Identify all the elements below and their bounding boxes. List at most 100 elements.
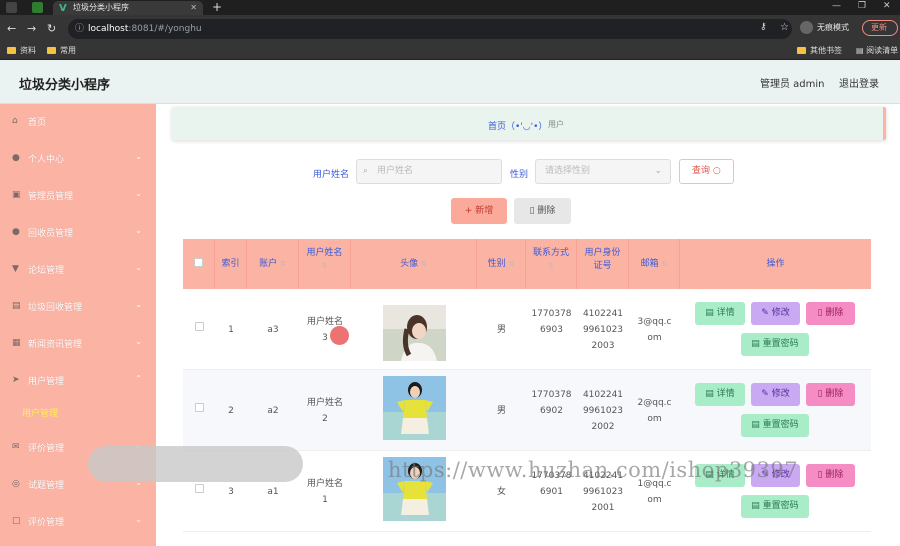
query-button[interactable]: 查询 ○	[679, 159, 734, 184]
reset-password-button[interactable]: ▤ 重置密码	[741, 495, 809, 518]
header-idno[interactable]: 用户身份证号	[577, 239, 629, 289]
reset-password-button[interactable]: ▤ 重置密码	[741, 414, 809, 437]
gender-filter-label: 性别	[510, 170, 529, 180]
watermark-text: https://www.huzhan.com/ishop39397	[388, 458, 799, 482]
name-search-input[interactable]: ⌕ 用户姓名	[356, 159, 502, 184]
bookmark-folder[interactable]: 资料	[7, 45, 36, 56]
sidebar-item-users[interactable]: ➤ 用户管理 ⌃	[0, 363, 156, 400]
row-account: a3	[267, 325, 279, 335]
back-icon[interactable]: ←	[7, 22, 16, 35]
table-header: 索引 账户 ⇅ 用户姓名 ⇅ 头像 ⇅ 性别 ⇅ 联系方式 ⇅ 用户身份证号 邮箱 …	[183, 239, 871, 289]
chevron-down-icon: ⌄	[135, 152, 142, 161]
row-account: a1	[267, 487, 279, 497]
send-icon: ➤	[12, 375, 20, 385]
sort-icon[interactable]: ⇅	[421, 260, 427, 268]
chevron-down-icon: ⌄	[135, 337, 142, 346]
app-favicon-icon[interactable]	[32, 2, 43, 13]
breadcrumb-home[interactable]: 首页（•'◡'•）	[488, 119, 547, 132]
mouse-cursor-highlight	[330, 326, 349, 345]
tab-title: 垃圾分类小程序	[73, 3, 129, 12]
row-account: a2	[267, 406, 279, 416]
detail-button[interactable]: ▤ 详情	[695, 383, 745, 406]
forward-icon[interactable]: →	[27, 22, 36, 35]
sort-icon[interactable]: ⇅	[662, 260, 668, 268]
sidebar-item-recyclers[interactable]: ● 回收员管理 ⌄	[0, 215, 156, 252]
sidebar-item-admins[interactable]: ▣ 管理员管理 ⌄	[0, 178, 156, 215]
gender-select[interactable]: 请选择性别 ⌄	[535, 159, 671, 184]
close-tab-icon[interactable]: ✕	[190, 1, 197, 15]
browser-menu-icon[interactable]	[6, 2, 17, 13]
header-account[interactable]: 账户 ⇅	[247, 239, 299, 289]
header-name[interactable]: 用户姓名 ⇅	[299, 239, 351, 289]
header-gender[interactable]: 性别 ⇅	[477, 239, 526, 289]
header-actions: 操作	[766, 259, 785, 269]
sidebar-item-forum[interactable]: ▼ 论坛管理 ⌄	[0, 252, 156, 289]
select-all-checkbox[interactable]	[194, 258, 203, 267]
sidebar-item-profile[interactable]: ● 个人中心 ⌄	[0, 141, 156, 178]
header-select-all	[183, 239, 215, 289]
sidebar-item-news[interactable]: ▦ 新闻资讯管理 ⌄	[0, 326, 156, 363]
sidebar-subitem-users[interactable]: 用户管理	[22, 406, 58, 419]
reading-list[interactable]: ▤ 阅读清单	[856, 45, 898, 56]
delete-button[interactable]: ▯ 删除	[514, 198, 571, 224]
edit-icon: ✎	[761, 308, 772, 318]
minimize-icon[interactable]: —	[832, 1, 841, 11]
header-avatar[interactable]: 头像 ⇅	[351, 239, 477, 289]
bookmark-folder[interactable]: 常用	[47, 45, 76, 56]
row-delete-button[interactable]: ▯ 删除	[806, 383, 855, 406]
detail-button[interactable]: ▤ 详情	[695, 302, 745, 325]
folder-icon	[47, 47, 56, 54]
sort-icon[interactable]: ⇅	[322, 262, 328, 270]
add-button[interactable]: + 新增	[451, 198, 507, 224]
close-window-icon[interactable]: ✕	[883, 1, 891, 11]
comment-icon: ✉	[12, 442, 20, 452]
chevron-down-icon: ⌄	[135, 226, 142, 235]
reset-password-button[interactable]: ▤ 重置密码	[741, 333, 809, 356]
incognito-indicator[interactable]: 无痕模式	[800, 21, 849, 34]
edit-button[interactable]: ✎ 修改	[751, 302, 800, 325]
address-bar-row: ← → ↻ ⓘ localhost:8081/#/yonghu ⚷ ☆ 无痕模式…	[0, 15, 900, 42]
restore-icon[interactable]: ❐	[858, 1, 866, 11]
row-index: 1	[228, 325, 234, 335]
table-row: 2 a2 用户姓名 2 男 1770378 6902 4102241 9961023 2…	[183, 370, 871, 451]
new-tab-icon[interactable]: +	[212, 0, 222, 14]
logout-link[interactable]: 退出登录	[839, 75, 879, 90]
folder-icon	[7, 47, 16, 54]
document-icon: ▤	[705, 389, 717, 399]
edit-button[interactable]: ✎ 修改	[751, 383, 800, 406]
header-email[interactable]: 邮箱 ⇅	[629, 239, 680, 289]
sort-icon[interactable]: ⇅	[548, 262, 554, 270]
reload-icon[interactable]: ↻	[47, 22, 56, 35]
row-checkbox[interactable]	[194, 403, 204, 412]
breadcrumb-current: 用户	[548, 120, 564, 129]
active-browser-tab[interactable]: V 垃圾分类小程序 ✕	[53, 1, 203, 15]
row-checkbox[interactable]	[194, 484, 204, 493]
bookmark-folder[interactable]: 其他书签	[797, 45, 842, 56]
chevron-down-icon: ⌄	[135, 515, 142, 524]
url-field[interactable]: ⓘ localhost:8081/#/yonghu	[68, 19, 792, 39]
row-index: 2	[228, 406, 234, 416]
header-index[interactable]: 索引	[215, 239, 247, 289]
key-icon[interactable]: ⚷	[760, 22, 767, 32]
row-delete-button[interactable]: ▯ 删除	[806, 464, 855, 487]
chevron-down-icon: ⌄	[135, 263, 142, 272]
table-row: 1 a3 用户姓名 3 男 1770378 6903 4102241 9961023 2…	[183, 289, 871, 370]
document-icon: ▤	[705, 308, 717, 318]
header-phone[interactable]: 联系方式 ⇅	[526, 239, 577, 289]
star-icon[interactable]: ☆	[780, 22, 789, 33]
site-info-icon[interactable]: ⓘ	[75, 19, 84, 39]
edit-icon: ✎	[761, 389, 772, 399]
reading-list-icon: ▤	[856, 46, 867, 55]
sort-icon[interactable]: ⇅	[509, 260, 515, 268]
row-delete-button[interactable]: ▯ 删除	[806, 302, 855, 325]
sidebar-item-home[interactable]: ⌂ 首页	[0, 104, 156, 141]
sidebar-item-recycling[interactable]: ▤ 垃圾回收管理 ⌄	[0, 289, 156, 326]
row-index: 3	[228, 487, 234, 497]
update-button[interactable]: 更新	[862, 20, 898, 36]
sidebar-item-evaluations[interactable]: ▢ 评价管理 ⌄	[0, 504, 156, 541]
sort-icon[interactable]: ⇅	[280, 260, 286, 268]
vue-logo-icon: V	[59, 3, 67, 14]
row-checkbox[interactable]	[194, 322, 204, 331]
recycler-icon: ●	[12, 227, 20, 237]
exam-icon: ◎	[12, 479, 20, 489]
